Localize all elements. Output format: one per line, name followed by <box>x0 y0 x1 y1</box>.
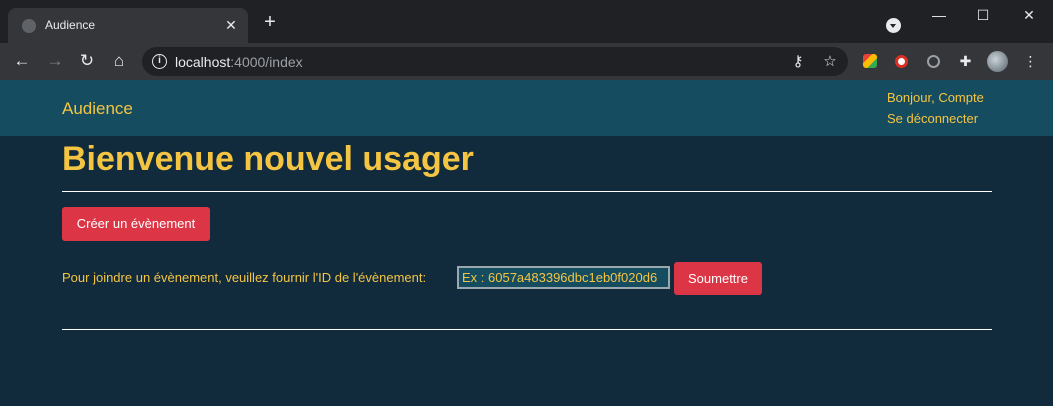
close-icon[interactable]: ✕ <box>222 16 240 34</box>
extensions-icon[interactable]: ✚ <box>956 52 975 71</box>
key-icon[interactable]: ⚷ <box>788 52 808 72</box>
event-id-input[interactable] <box>457 266 670 289</box>
page-title: Bienvenue nouvel usager <box>62 140 474 178</box>
back-icon[interactable]: ← <box>10 49 34 73</box>
tab-title: Audience <box>45 18 96 32</box>
site-navbar: Audience Bonjour, Compte Se déconnecter <box>0 80 1053 136</box>
minimize-button[interactable]: — <box>924 4 954 26</box>
url-text: localhost:4000/index <box>175 54 303 70</box>
globe-icon <box>22 19 36 33</box>
brand-link[interactable]: Audience <box>62 99 133 119</box>
url-host: localhost <box>175 54 231 70</box>
photos-extension-icon[interactable] <box>863 54 877 68</box>
url-path: :4000/index <box>230 54 303 70</box>
logout-link[interactable]: Se déconnecter <box>887 111 978 126</box>
star-icon[interactable]: ☆ <box>820 52 840 72</box>
divider-bottom <box>62 329 992 330</box>
address-bar[interactable]: i localhost:4000/index ⚷ ☆ <box>142 47 848 76</box>
ring-extension-icon[interactable] <box>927 55 940 68</box>
menu-icon[interactable]: ⋮ <box>1021 52 1040 71</box>
browser-toolbar: ← → ↻ ⌂ i localhost:4000/index ⚷ ☆ ✚ ⋮ <box>0 43 1053 80</box>
browser-tab-bar: Audience ✕ + — ☐ ✕ <box>0 0 1053 43</box>
reload-icon[interactable]: ↻ <box>75 49 99 73</box>
submit-button[interactable]: Soumettre <box>674 262 762 295</box>
maximize-button[interactable]: ☐ <box>968 4 998 26</box>
create-event-button[interactable]: Créer un évènement <box>62 207 210 241</box>
site-info-icon[interactable]: i <box>152 54 167 69</box>
account-greeting-link[interactable]: Bonjour, Compte <box>887 90 984 105</box>
tab-search-icon[interactable] <box>886 18 901 33</box>
divider-top <box>62 191 992 192</box>
close-window-button[interactable]: ✕ <box>1014 4 1044 26</box>
record-extension-icon[interactable] <box>895 55 908 68</box>
new-tab-button[interactable]: + <box>260 12 280 33</box>
home-icon[interactable]: ⌂ <box>107 49 131 73</box>
profile-avatar[interactable] <box>987 51 1008 72</box>
browser-tab[interactable]: Audience ✕ <box>8 8 248 43</box>
forward-icon[interactable]: → <box>43 49 67 73</box>
join-event-label: Pour joindre un évènement, veuillez four… <box>62 270 427 285</box>
